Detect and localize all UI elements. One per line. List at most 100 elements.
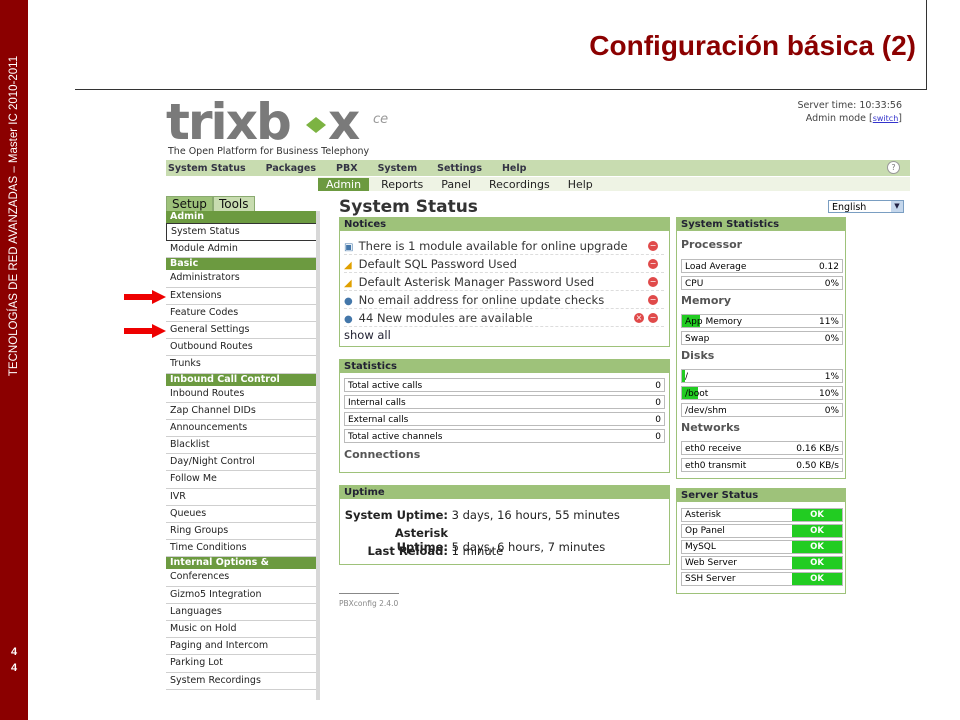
nav-section-internal: Internal Options & Configuration: [166, 557, 320, 580]
tab-tools[interactable]: Tools: [212, 196, 255, 211]
status-badge: OK: [792, 525, 842, 537]
svg-text:ce: ce: [373, 112, 388, 127]
nav-section-basic: Basic: [166, 258, 320, 271]
app-memory-row: App Memory 11%: [681, 314, 843, 328]
cpu-value: 0%: [824, 279, 839, 289]
submenu-admin[interactable]: Admin: [318, 177, 370, 191]
nav-tabs: Setup Tools: [166, 196, 255, 211]
status-badge: OK: [792, 541, 842, 553]
notice-text: 44 New modules are available: [358, 311, 533, 325]
nav-item-languages[interactable]: Languages: [166, 603, 320, 621]
nav-item-zap-channel-dids[interactable]: Zap Channel DIDs: [166, 402, 320, 420]
cpu-label: CPU: [685, 279, 704, 289]
nav-item-music-on-hold[interactable]: Music on Hold: [166, 620, 320, 639]
nav-item-module-admin[interactable]: Module Admin: [166, 241, 320, 259]
menu-pbx[interactable]: PBX: [336, 163, 358, 174]
remove-icon[interactable]: −: [648, 295, 658, 305]
app-memory-label: App Memory: [685, 317, 743, 327]
menu-packages[interactable]: Packages: [266, 163, 316, 174]
notice-item: ▣ There is 1 module available for online…: [344, 238, 664, 255]
stat-row: External calls 0: [344, 412, 665, 426]
nav-item-system-recordings[interactable]: System Recordings: [166, 672, 320, 690]
stat-row: Internal calls 0: [344, 395, 665, 409]
nav-scrollbar[interactable]: [316, 211, 320, 700]
close-icon[interactable]: ×: [634, 313, 644, 323]
submenu-help[interactable]: Help: [562, 178, 599, 191]
remove-icon[interactable]: −: [648, 241, 658, 251]
server-status-row: Web Server OK: [681, 556, 843, 570]
notice-item: ◢ Default Asterisk Manager Password Used…: [344, 274, 664, 291]
submenu-reports[interactable]: Reports: [375, 178, 429, 191]
nav-item-paging-intercom[interactable]: Paging and Intercom: [166, 638, 320, 656]
system-uptime: System Uptime: 3 days, 16 hours, 55 minu…: [344, 508, 620, 522]
chevron-down-icon[interactable]: ▼: [891, 201, 903, 212]
nav-item-extensions[interactable]: Extensions: [166, 287, 320, 305]
nav-item-day-night-control[interactable]: Day/Night Control: [166, 454, 320, 472]
nav-item-time-conditions[interactable]: Time Conditions: [166, 540, 320, 558]
page-number-digit: 4: [10, 646, 18, 658]
nav-item-trunks[interactable]: Trunks: [166, 356, 320, 374]
show-all-link[interactable]: show all: [344, 328, 391, 342]
nav-item-announcements[interactable]: Announcements: [166, 419, 320, 438]
status-badge: OK: [792, 509, 842, 521]
notice-item: ● 44 New modules are available × −: [344, 310, 664, 327]
nav-item-blacklist[interactable]: Blacklist: [166, 437, 320, 455]
system-statistics-panel: System Statistics Processor Load Average…: [676, 217, 846, 479]
switch-link[interactable]: switch: [873, 114, 899, 123]
server-info: Server time: 10:33:56 Admin mode [switch…: [797, 99, 902, 125]
disk-boot-row: /boot 10%: [681, 386, 843, 400]
disk-shm-row: /dev/shm 0%: [681, 403, 843, 417]
nav-item-ivr[interactable]: IVR: [166, 488, 320, 506]
nav-item-queues[interactable]: Queues: [166, 505, 320, 523]
nav-item-ring-groups[interactable]: Ring Groups: [166, 523, 320, 541]
menu-system[interactable]: System: [378, 163, 418, 174]
app-memory-value: 11%: [818, 317, 839, 327]
nav-section-inbound: Inbound Call Control: [166, 373, 320, 386]
menu-help[interactable]: Help: [502, 163, 526, 174]
menu-settings[interactable]: Settings: [437, 163, 482, 174]
load-average-label: Load Average: [685, 262, 747, 272]
stat-row: Total active calls 0: [344, 378, 665, 392]
nav-item-inbound-routes[interactable]: Inbound Routes: [166, 385, 320, 403]
admin-mode-label: Admin mode [: [805, 113, 873, 124]
stat-value: 0: [655, 398, 661, 408]
nav-item-follow-me[interactable]: Follow Me: [166, 471, 320, 489]
info-icon: ●: [344, 314, 353, 325]
nav-item-outbound-routes[interactable]: Outbound Routes: [166, 339, 320, 357]
remove-icon[interactable]: −: [648, 259, 658, 269]
stat-label: Total active calls: [348, 381, 423, 391]
eth0-transmit-value: 0.50 KB/s: [796, 461, 839, 471]
server-status-header: Server Status: [677, 489, 845, 502]
submenu-recordings[interactable]: Recordings: [483, 178, 556, 191]
last-reload: Last Reload: 1 minute: [344, 544, 503, 558]
language-select[interactable]: English ▼: [828, 200, 904, 213]
slide-title: Configuración básica (2): [589, 30, 916, 61]
notice-text: Default Asterisk Manager Password Used: [358, 275, 595, 289]
notice-text: There is 1 module available for online u…: [358, 239, 628, 253]
svg-text:x: x: [328, 99, 360, 143]
eth0-transmit-label: eth0 transmit: [685, 461, 747, 471]
nav-item-feature-codes[interactable]: Feature Codes: [166, 304, 320, 322]
help-icon[interactable]: ?: [887, 161, 900, 174]
system-uptime-value: 3 days, 16 hours, 55 minutes: [451, 508, 620, 522]
tab-setup[interactable]: Setup: [166, 196, 213, 211]
remove-icon[interactable]: −: [648, 313, 658, 323]
remove-icon[interactable]: −: [648, 277, 658, 287]
submenu-panel[interactable]: Panel: [435, 178, 477, 191]
nav-item-administrators[interactable]: Administrators: [166, 270, 320, 288]
disk-root-label: /: [685, 372, 689, 382]
svg-text:trixb: trixb: [166, 99, 290, 143]
disk-shm-label: /dev/shm: [685, 406, 727, 416]
warning-icon: ◢: [344, 278, 352, 289]
disk-boot-label: /boot: [685, 389, 709, 399]
server-status-row: MySQL OK: [681, 540, 843, 554]
nav-item-system-status[interactable]: System Status: [166, 223, 320, 242]
nav-item-parking-lot[interactable]: Parking Lot: [166, 655, 320, 673]
server-name: Asterisk: [685, 510, 722, 520]
nav-item-general-settings[interactable]: General Settings: [166, 321, 320, 340]
menu-system-status[interactable]: System Status: [168, 163, 246, 174]
eth0-receive-value: 0.16 KB/s: [796, 444, 839, 454]
trixbox-logo[interactable]: trixb x ce: [166, 99, 406, 143]
eth0-receive-label: eth0 receive: [685, 444, 742, 454]
nav-item-gizmo5-integration[interactable]: Gizmo5 Integration: [166, 586, 320, 604]
